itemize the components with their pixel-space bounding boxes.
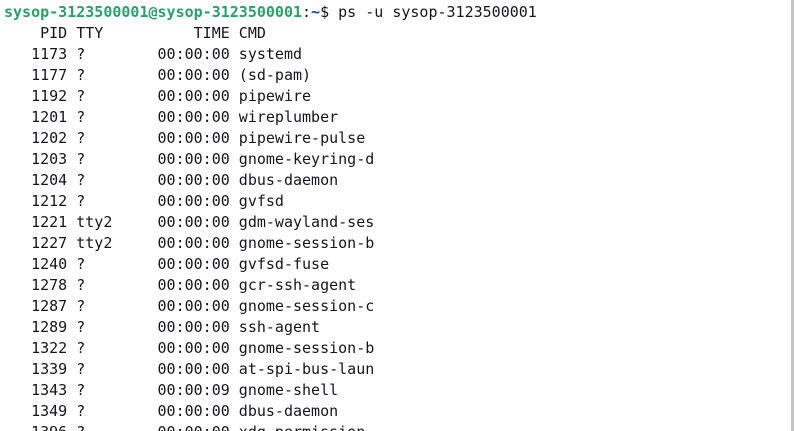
process-row: 1349 ? 00:00:00 dbus-daemon: [4, 402, 339, 420]
prompt-path: ~: [311, 3, 321, 21]
prompt-symbol: $: [320, 3, 339, 21]
process-row: 1177 ? 00:00:00 (sd-pam): [4, 66, 312, 84]
process-row: 1339 ? 00:00:00 at-spi-bus-laun: [4, 360, 375, 378]
vertical-scrollbar[interactable]: [791, 0, 795, 431]
terminal-window[interactable]: sysop-3123500001@sysop-3123500001:~$ ps …: [0, 0, 795, 431]
process-row: 1212 ? 00:00:00 gvfsd: [4, 192, 284, 210]
command-prompt-line: sysop-3123500001@sysop-3123500001:~$ ps …: [4, 2, 537, 23]
process-row: 1287 ? 00:00:00 gnome-session-c: [4, 297, 375, 315]
process-row: 1203 ? 00:00:00 gnome-keyring-d: [4, 150, 375, 168]
terminal-output: sysop-3123500001@sysop-3123500001:~$ ps …: [4, 2, 537, 431]
process-row: 1221 tty2 00:00:00 gdm-wayland-ses: [4, 213, 375, 231]
process-row: 1343 ? 00:00:09 gnome-shell: [4, 381, 339, 399]
process-row: 1289 ? 00:00:00 ssh-agent: [4, 318, 321, 336]
process-row: 1278 ? 00:00:00 gcr-ssh-agent: [4, 276, 357, 294]
process-row: 1173 ? 00:00:00 systemd: [4, 45, 303, 63]
process-row: 1396 ? 00:00:00 xdg-permission: [4, 422, 537, 431]
process-row: 1227 tty2 00:00:00 gnome-session-b: [4, 234, 375, 252]
process-row: 1192 ? 00:00:00 pipewire: [4, 87, 312, 105]
process-row: 1322 ? 00:00:00 gnome-session-b: [4, 339, 375, 357]
prompt-colon: :: [302, 3, 312, 21]
scrollbar-thumb[interactable]: [791, 0, 794, 431]
process-table-header: PID TTY TIME CMD: [4, 24, 266, 42]
process-row: 1201 ? 00:00:00 wireplumber: [4, 108, 339, 126]
process-row: 1202 ? 00:00:00 pipewire-pulse: [4, 129, 366, 147]
process-row: 1204 ? 00:00:00 dbus-daemon: [4, 171, 339, 189]
prompt-user-host: sysop-3123500001@sysop-3123500001: [4, 3, 303, 21]
entered-command: ps -u sysop-3123500001: [338, 3, 537, 21]
process-row: 1240 ? 00:00:00 gvfsd-fuse: [4, 255, 330, 273]
